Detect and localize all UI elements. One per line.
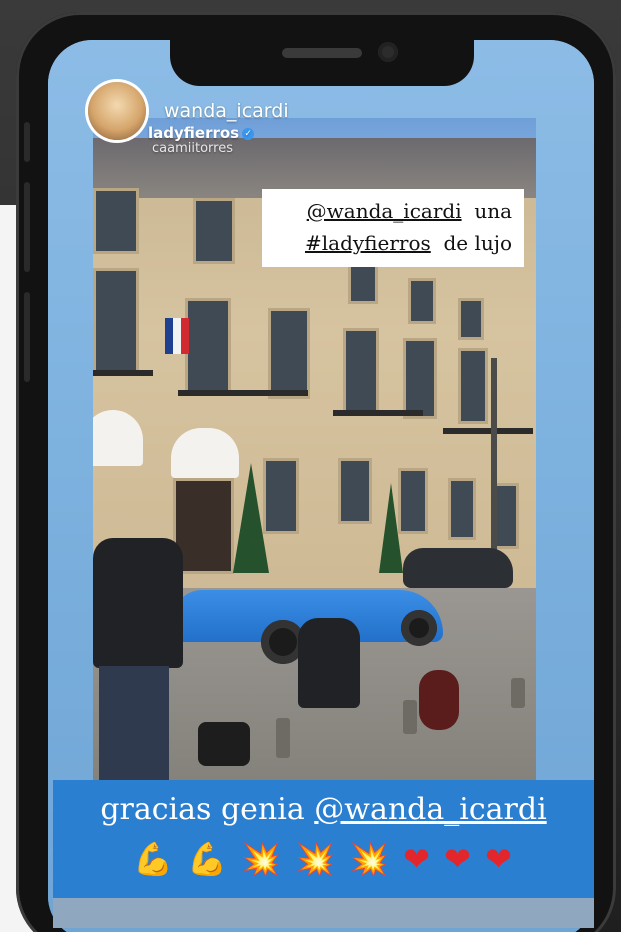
camera-bag [198,722,250,766]
french-flag [165,318,189,354]
car-wheel [401,610,437,646]
emoji-row: 💪 💪 💥 💥 💥 ❤ ❤ ❤ [53,840,594,878]
tagged-user-label[interactable]: ladyfierros [148,124,239,142]
window [268,308,310,399]
stage: wanda_icardi ladyfierros ✓ caamiitorres @… [0,0,621,932]
bollard [403,700,417,734]
volume-up-button [24,182,30,272]
banner-prefix: gracias genia [100,792,315,827]
backpack [419,670,459,730]
verified-icon: ✓ [242,127,255,140]
caption-mention[interactable]: @wanda_icardi [307,199,462,223]
collision-icon: 💥 [241,840,283,878]
balcony [443,428,533,434]
thanks-banner: gracias genia @wanda_icardi 💪 💪 💥 💥 💥 ❤ … [53,780,594,898]
arch-window [338,458,372,524]
caption-line-2: #ladyfierros de lujo [262,227,512,259]
collision-icon: 💥 [349,840,391,878]
profile-avatar[interactable] [88,82,146,140]
story-username[interactable]: wanda_icardi [164,100,289,122]
mute-switch [24,122,30,162]
phone-notch [170,28,474,86]
photographer [93,538,183,668]
arch-window [448,478,476,540]
window [408,278,436,324]
tagged-user[interactable]: ladyfierros ✓ [148,124,255,142]
banner-text: gracias genia @wanda_icardi [53,792,594,827]
caption-text: una [474,199,512,223]
crouching-person [298,618,360,708]
window [93,188,139,254]
christmas-tree [379,483,403,573]
heart-icon: ❤ [403,840,432,878]
window [343,328,379,414]
christmas-tree [233,463,269,573]
heart-icon: ❤ [485,840,514,878]
camera-icon [378,42,398,62]
balcony [333,410,423,416]
caption-hashtag[interactable]: #ladyfierros [305,231,431,255]
caption-box: @wanda_icardi una #ladyfierros de lujo [262,189,524,267]
heart-icon: ❤ [444,840,473,878]
banner-mention[interactable]: @wanda_icardi [314,792,546,827]
window [185,298,231,394]
caption-line-1: @wanda_icardi una [262,195,512,227]
photographer-jeans [99,666,169,780]
caption-text-2: de lujo [443,231,512,255]
speaker-icon [282,48,362,58]
flexed-biceps-icon: 💪 [187,840,229,878]
tagged-user-2[interactable]: caamiitorres [152,141,233,156]
balcony [178,390,308,396]
window [458,298,484,340]
collision-icon: 💥 [295,840,337,878]
window [193,198,235,264]
bollard [276,718,290,758]
flexed-biceps-icon: 💪 [133,840,175,878]
window [458,348,488,424]
awning [93,410,143,466]
window [403,338,437,419]
awning [171,428,239,478]
balcony [93,370,153,376]
volume-down-button [24,292,30,382]
bollard [511,678,525,708]
window [93,268,139,374]
bottom-strip [53,898,594,928]
